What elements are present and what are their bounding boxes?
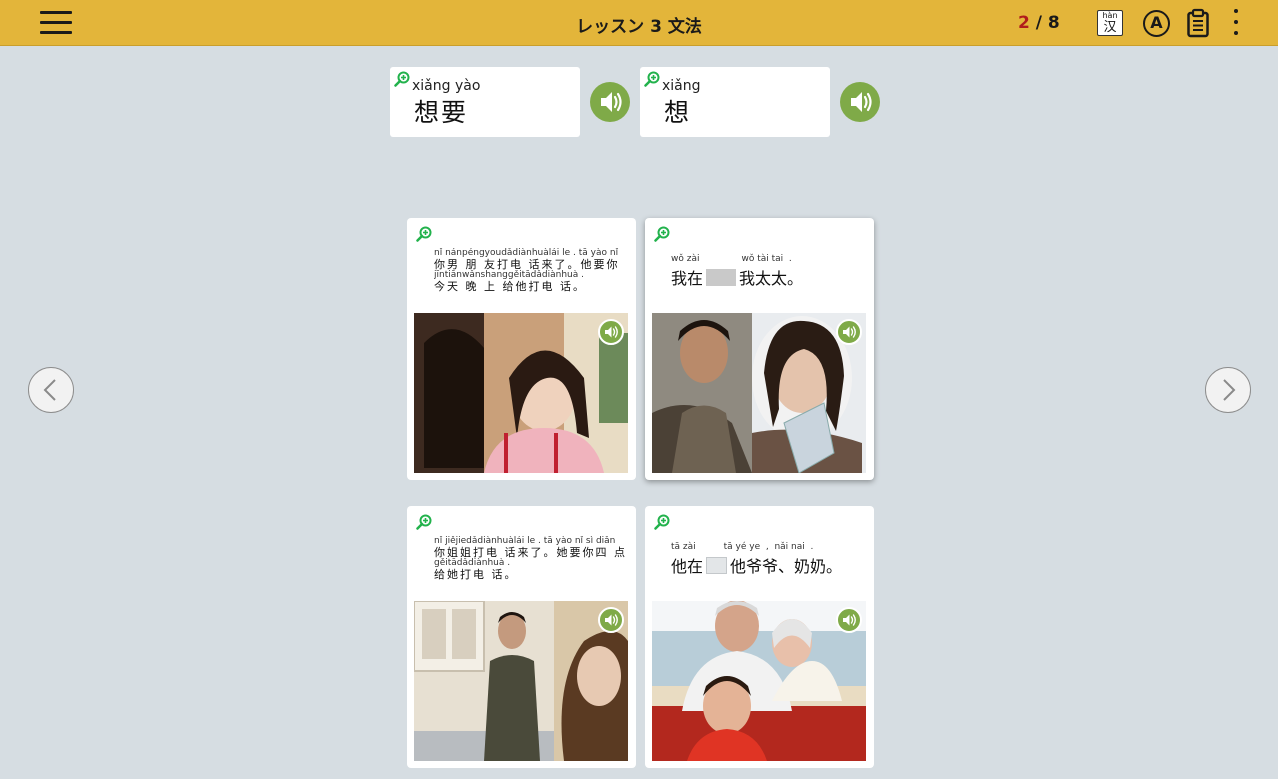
zoom-icon[interactable] bbox=[394, 71, 410, 87]
chevron-left-icon bbox=[43, 379, 56, 401]
zoom-icon[interactable] bbox=[654, 226, 670, 242]
photo-boy-and-grandparents bbox=[652, 601, 866, 761]
next-arrow-button[interactable] bbox=[1205, 367, 1251, 413]
pinyin-toggle-button[interactable]: hàn 汉 bbox=[1097, 10, 1123, 36]
progress-counter: 2 / 8 bbox=[1018, 13, 1060, 33]
top-bar: レッスン 3 文法 2 / 8 hàn 汉 A bbox=[0, 0, 1278, 46]
speaker-icon[interactable] bbox=[590, 82, 630, 122]
vocab-card[interactable]: xiǎng yào 想要 bbox=[390, 67, 580, 137]
auto-play-button[interactable]: A bbox=[1143, 10, 1170, 37]
sentence-card[interactable]: nǐ jiějiedǎdiànhuàlái le . tā yào nǐ sì … bbox=[407, 506, 636, 768]
sentence-text: nǐ nánpéngyoudǎdiànhuàlái le . tā yào nǐ… bbox=[434, 248, 620, 293]
more-options-icon[interactable] bbox=[1226, 6, 1246, 40]
sentence-text: nǐ jiějiedǎdiànhuàlái le . tā yào nǐ sì … bbox=[434, 536, 627, 581]
speaker-icon[interactable] bbox=[598, 607, 624, 633]
zoom-icon[interactable] bbox=[644, 71, 660, 87]
sentence-card[interactable]: nǐ nánpéngyoudǎdiànhuàlái le . tā yào nǐ… bbox=[407, 218, 636, 480]
zoom-icon[interactable] bbox=[654, 514, 670, 530]
photo-man-in-kitchen bbox=[414, 601, 628, 761]
chevron-right-icon bbox=[1223, 379, 1236, 401]
zoom-icon[interactable] bbox=[416, 226, 432, 242]
speaker-icon[interactable] bbox=[836, 607, 862, 633]
speaker-icon[interactable] bbox=[840, 82, 880, 122]
answer-blank[interactable] bbox=[706, 557, 728, 574]
page-title: レッスン 3 文法 bbox=[576, 17, 702, 37]
vocab-hanzi: 想 bbox=[664, 98, 692, 127]
photo-man-and-woman bbox=[652, 313, 866, 473]
vocab-pinyin: xiǎng yào bbox=[412, 78, 481, 94]
vocab-pinyin: xiǎng bbox=[662, 78, 701, 94]
vocab-card[interactable]: xiǎng 想 bbox=[640, 67, 830, 137]
speaker-icon[interactable] bbox=[836, 319, 862, 345]
vocab-hanzi: 想要 bbox=[414, 98, 469, 127]
sentence-text: tā zài tā yé ye , nǎi nai . 他在 他爷爷、奶奶。 bbox=[671, 542, 843, 576]
sentence-card[interactable]: tā zài tā yé ye , nǎi nai . 他在 他爷爷、奶奶。 bbox=[645, 506, 874, 768]
sentence-text: wǒ zài wǒ tài tai . 我在 我太太。 bbox=[671, 254, 804, 288]
previous-arrow-button[interactable] bbox=[28, 367, 74, 413]
photo-women-talking bbox=[414, 313, 628, 473]
clipboard-icon[interactable] bbox=[1186, 8, 1210, 38]
answer-blank[interactable] bbox=[706, 269, 737, 286]
speaker-icon[interactable] bbox=[598, 319, 624, 345]
hamburger-menu-icon[interactable] bbox=[40, 11, 72, 37]
sentence-card[interactable]: wǒ zài wǒ tài tai . 我在 我太太。 bbox=[645, 218, 874, 480]
zoom-icon[interactable] bbox=[416, 514, 432, 530]
